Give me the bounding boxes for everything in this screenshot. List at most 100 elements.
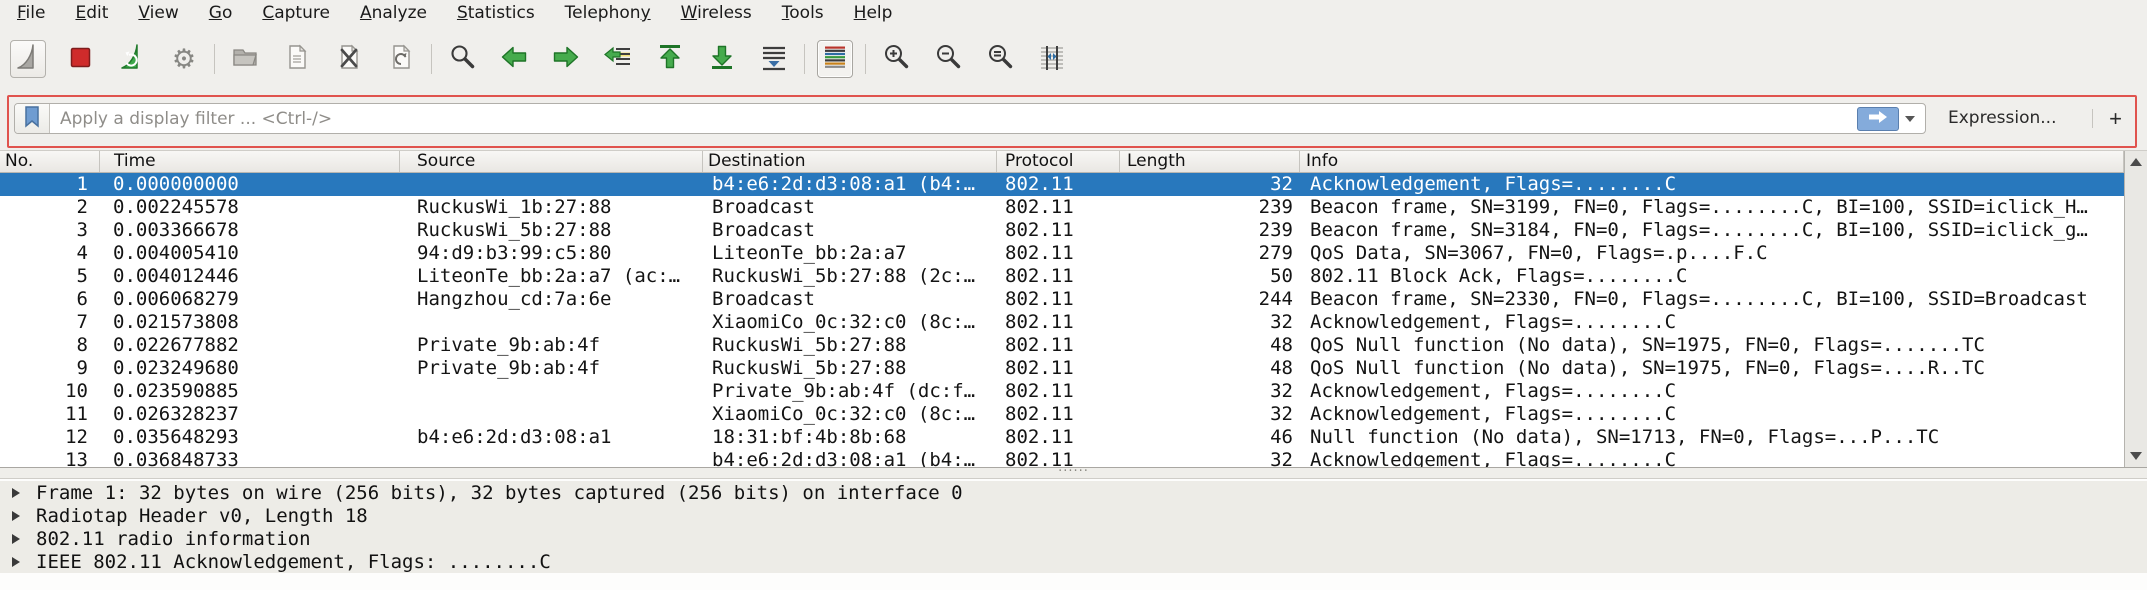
detail-row-3[interactable]: IEEE 802.11 Acknowledgement, Flags: ....… <box>0 550 2147 573</box>
menu-statistics[interactable]: Statistics <box>442 0 550 26</box>
stop-capture-button[interactable] <box>62 40 98 78</box>
cell-info: QoS Data, SN=3067, FN=0, Flags=.p....F.C <box>1300 242 2124 265</box>
cell-length: 32 <box>1120 311 1300 334</box>
packet-row-11[interactable]: 110.026328237XiaomiCo_0c:32:c0 (8c:…802.… <box>0 403 2124 426</box>
add-filter-button[interactable]: + <box>2100 103 2131 134</box>
scroll-down-arrow[interactable] <box>2125 447 2147 465</box>
menu-analyze[interactable]: Analyze <box>345 0 442 26</box>
main-toolbar: ⚙ <box>0 26 2147 92</box>
menu-edit[interactable]: Edit <box>60 0 123 26</box>
cell-info: QoS Null function (No data), SN=1975, FN… <box>1300 334 2124 357</box>
cell-time: 0.000000000 <box>100 173 400 196</box>
cell-source <box>400 311 703 334</box>
go-to-top-button[interactable] <box>652 40 688 78</box>
display-filter-input[interactable] <box>50 104 1857 133</box>
column-header-destination[interactable]: Destination <box>703 151 997 172</box>
cell-time: 0.026328237 <box>100 403 400 426</box>
expander-icon[interactable] <box>12 488 20 498</box>
menu-tools[interactable]: Tools <box>767 0 839 26</box>
packet-row-12[interactable]: 120.035648293b4:e6:2d:d3:08:a118:31:bf:4… <box>0 426 2124 449</box>
packet-row-1[interactable]: 10.000000000b4:e6:2d:d3:08:a1 (b4:…802.1… <box>0 173 2124 196</box>
cell-length: 279 <box>1120 242 1300 265</box>
scroll-up-arrow[interactable] <box>2125 153 2147 171</box>
column-header-time[interactable]: Time <box>100 151 400 172</box>
menu-capture[interactable]: Capture <box>247 0 345 26</box>
down-arrow-icon <box>2130 452 2142 460</box>
column-header-length[interactable]: Length <box>1120 151 1300 172</box>
packet-row-5[interactable]: 50.004012446LiteonTe_bb:2a:a7 (ac:…Rucku… <box>0 265 2124 288</box>
menu-help[interactable]: Help <box>839 0 908 26</box>
cell-length: 32 <box>1120 449 1300 467</box>
auto-scroll-button[interactable] <box>756 40 792 78</box>
expander-icon[interactable] <box>12 511 20 521</box>
cell-no: 5 <box>0 265 100 288</box>
go-to-bottom-button[interactable] <box>704 40 740 78</box>
auto-scroll-icon <box>759 42 789 76</box>
go-back-button[interactable] <box>496 40 532 78</box>
packet-row-7[interactable]: 70.021573808XiaomiCo_0c:32:c0 (8c:…802.1… <box>0 311 2124 334</box>
zoom-in-button[interactable] <box>878 40 914 78</box>
packet-row-2[interactable]: 20.002245578RuckusWi_1b:27:88Broadcast80… <box>0 196 2124 219</box>
column-header-info[interactable]: Info <box>1300 151 2124 172</box>
column-header-source[interactable]: Source <box>400 151 703 172</box>
zoom-reset-button[interactable] <box>982 40 1018 78</box>
menu-wireless[interactable]: Wireless <box>666 0 767 26</box>
cell-info: Acknowledgement, Flags=........C <box>1300 380 2124 403</box>
expander-icon[interactable] <box>12 534 20 544</box>
packet-row-6[interactable]: 60.006068279Hangzhou_cd:7a:6eBroadcast80… <box>0 288 2124 311</box>
filter-dropdown-caret[interactable] <box>1905 116 1915 122</box>
detail-row-1[interactable]: Radiotap Header v0, Length 18 <box>0 504 2147 527</box>
colorize-packets-icon <box>820 42 850 76</box>
open-capture-file-button[interactable] <box>227 40 263 78</box>
cell-no: 12 <box>0 426 100 449</box>
detail-row-0[interactable]: Frame 1: 32 bytes on wire (256 bits), 32… <box>0 481 2147 504</box>
go-to-packet-button[interactable] <box>600 40 636 78</box>
capture-options-button[interactable]: ⚙ <box>166 40 202 78</box>
cell-no: 10 <box>0 380 100 403</box>
cell-length: 239 <box>1120 196 1300 219</box>
close-capture-file-button[interactable] <box>331 40 367 78</box>
splitter-grip: ······ <box>1058 469 1089 475</box>
menu-go[interactable]: Go <box>194 0 248 26</box>
cell-length: 48 <box>1120 334 1300 357</box>
cell-length: 32 <box>1120 380 1300 403</box>
cell-source <box>400 449 703 467</box>
column-header-no[interactable]: No. <box>0 151 100 172</box>
vertical-scrollbar[interactable] <box>2124 151 2147 467</box>
save-capture-file-button[interactable] <box>279 40 315 78</box>
colorize-packets-button[interactable] <box>817 40 853 78</box>
menu-telephony[interactable]: Telephony <box>550 0 666 26</box>
go-forward-button[interactable] <box>548 40 584 78</box>
packet-row-9[interactable]: 90.023249680Private_9b:ab:4fRuckusWi_5b:… <box>0 357 2124 380</box>
filter-toolbar: Expression... + <box>0 92 2147 150</box>
packet-row-8[interactable]: 80.022677882Private_9b:ab:4fRuckusWi_5b:… <box>0 334 2124 357</box>
apply-arrow-icon <box>1867 109 1889 128</box>
cell-destination: b4:e6:2d:d3:08:a1 (b4:… <box>703 173 997 196</box>
cell-length: 50 <box>1120 265 1300 288</box>
pane-splitter[interactable]: ······ <box>0 467 2147 479</box>
zoom-out-button[interactable] <box>930 40 966 78</box>
restart-capture-button[interactable] <box>114 40 150 78</box>
detail-row-2[interactable]: 802.11 radio information <box>0 527 2147 550</box>
start-capture-button[interactable] <box>10 40 46 78</box>
menu-file[interactable]: File <box>2 0 60 26</box>
expander-icon[interactable] <box>12 557 20 567</box>
packet-row-3[interactable]: 30.003366678RuckusWi_5b:27:88Broadcast80… <box>0 219 2124 242</box>
packet-list: No.TimeSourceDestinationProtocolLengthIn… <box>0 150 2147 467</box>
resize-columns-icon <box>1037 42 1067 76</box>
expression-button[interactable]: Expression... <box>1942 103 2063 134</box>
cell-length: 48 <box>1120 357 1300 380</box>
reload-capture-file-button[interactable] <box>383 40 419 78</box>
find-packet-button[interactable] <box>444 40 480 78</box>
packet-row-10[interactable]: 100.023590885Private_9b:ab:4f (dc:f…802.… <box>0 380 2124 403</box>
cell-destination: XiaomiCo_0c:32:c0 (8c:… <box>703 311 997 334</box>
detail-text: Radiotap Header v0, Length 18 <box>36 505 368 527</box>
resize-columns-button[interactable] <box>1034 40 1070 78</box>
cell-info: Acknowledgement, Flags=........C <box>1300 449 2124 467</box>
filter-bookmark-button[interactable] <box>15 104 50 133</box>
menu-view[interactable]: View <box>123 0 193 26</box>
apply-filter-button[interactable] <box>1857 107 1899 131</box>
cell-info: 802.11 Block Ack, Flags=........C <box>1300 265 2124 288</box>
packet-row-4[interactable]: 40.00400541094:d9:b3:99:c5:80LiteonTe_bb… <box>0 242 2124 265</box>
column-header-protocol[interactable]: Protocol <box>997 151 1120 172</box>
